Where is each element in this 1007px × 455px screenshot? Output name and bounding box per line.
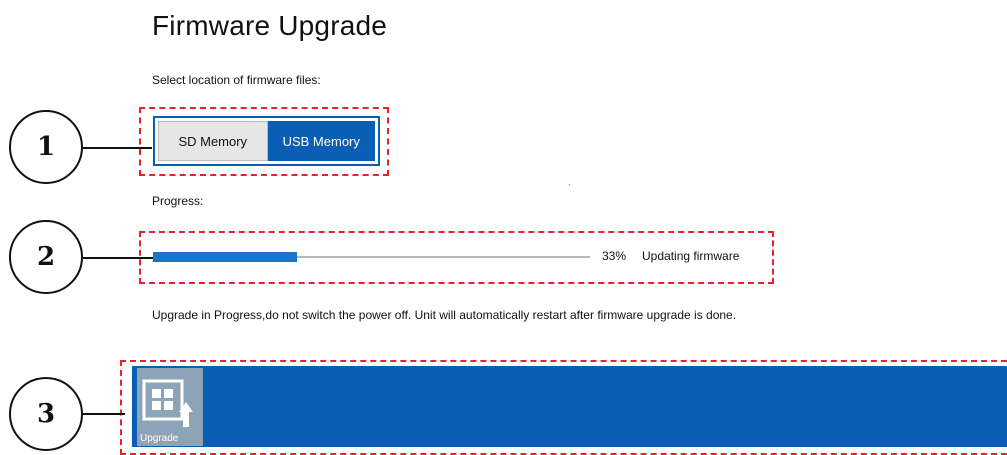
callout-leader-1 <box>83 147 152 149</box>
progress-percent: 33% <box>602 249 627 263</box>
firmware-location-toggle: SD Memory USB Memory <box>153 116 380 166</box>
stray-dot <box>569 184 570 185</box>
progress-fill <box>153 252 297 262</box>
callout-number-1: 1 <box>9 110 83 184</box>
upgrade-warning: Upgrade in Progress,do not switch the po… <box>152 308 737 322</box>
progress-status: Updating firmware <box>642 249 740 263</box>
sd-memory-button[interactable]: SD Memory <box>158 121 268 161</box>
progress-label: Progress: <box>152 194 204 208</box>
usb-memory-button[interactable]: USB Memory <box>267 121 375 161</box>
callout-leader-3 <box>83 413 125 415</box>
page-title: Firmware Upgrade <box>152 10 388 41</box>
location-label: Select location of firmware files: <box>152 73 321 87</box>
upgrade-icon <box>142 379 193 427</box>
callout-number-2: 2 <box>9 220 83 294</box>
callout-leader-2 <box>83 257 153 259</box>
callout-number-3: 3 <box>9 377 83 451</box>
upgrade-button[interactable]: Upgrade <box>137 368 203 446</box>
upgrade-button-label: Upgrade <box>140 433 179 444</box>
bottom-toolbar <box>132 366 1007 447</box>
